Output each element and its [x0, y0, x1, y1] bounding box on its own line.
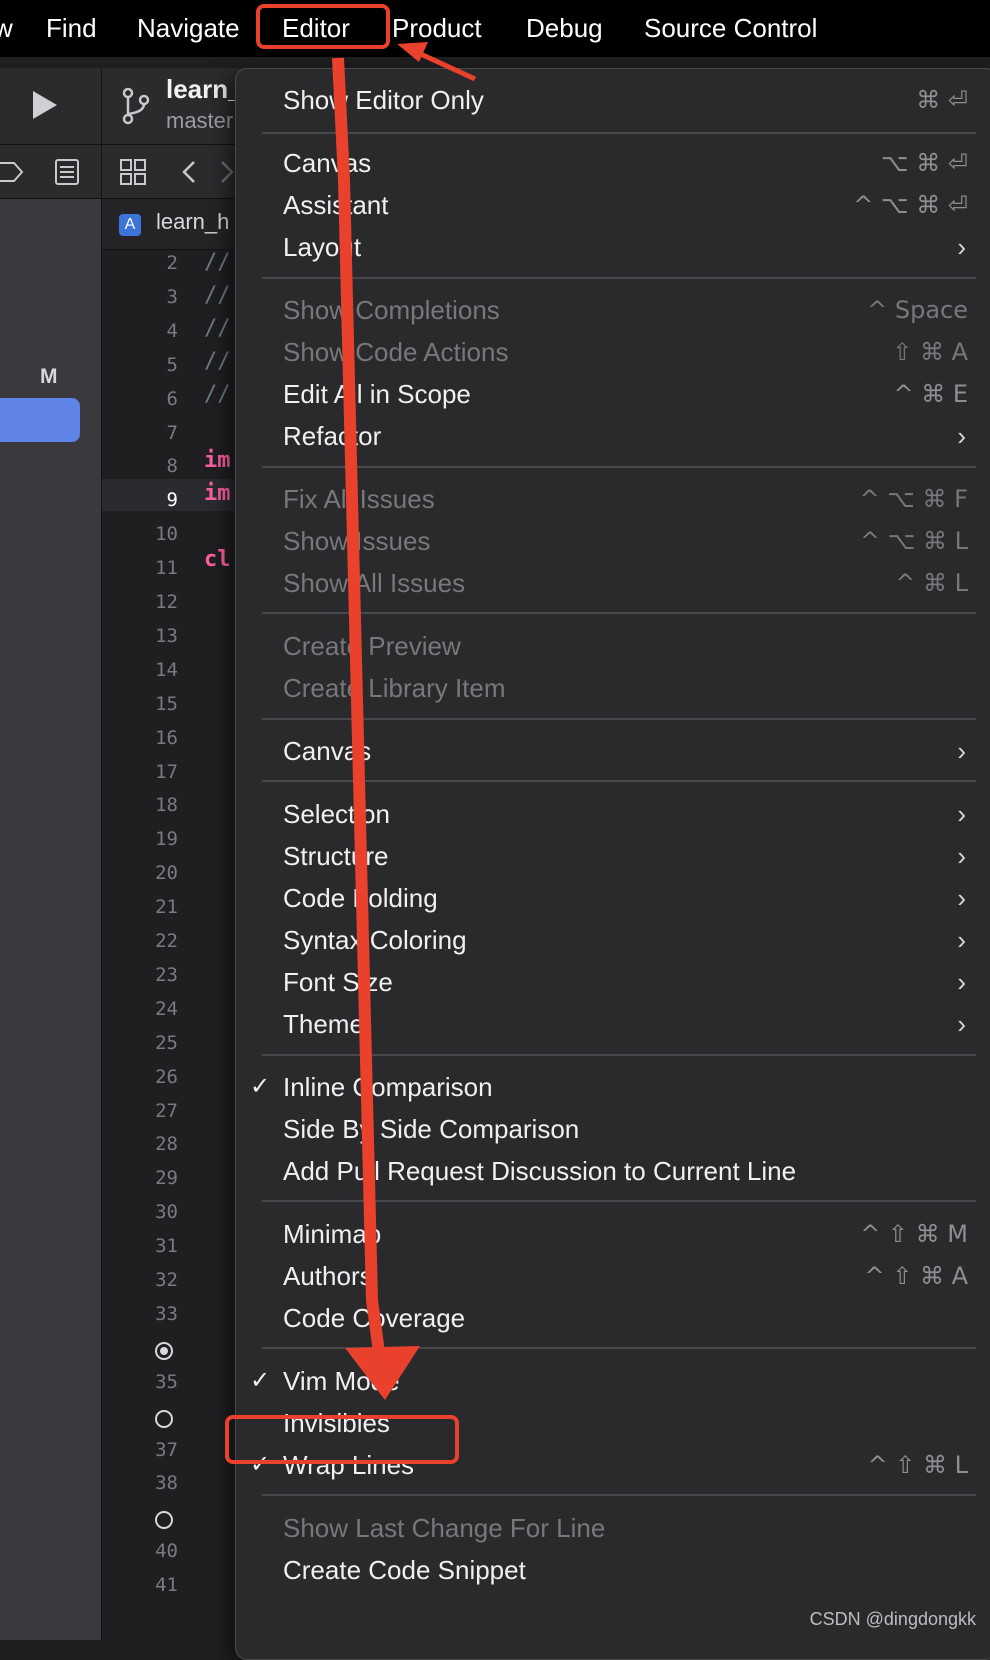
annotation-arrows — [332, 42, 477, 1400]
watermark: CSDN @dingdongkk — [809, 1609, 976, 1629]
